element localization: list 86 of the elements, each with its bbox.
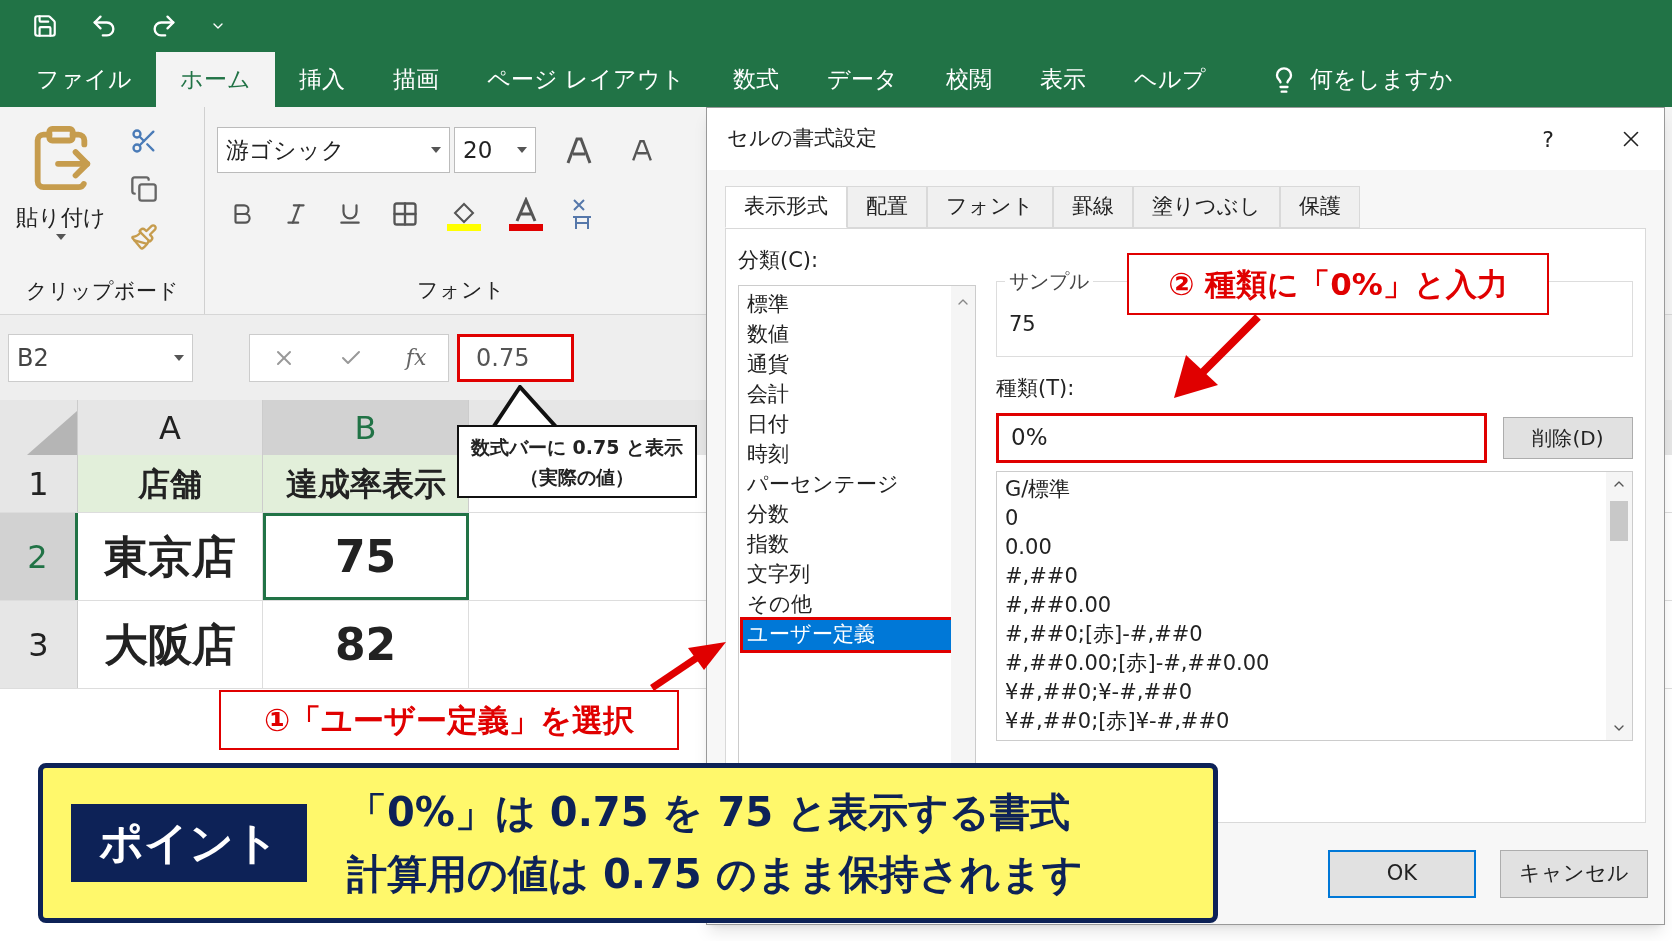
dialog-tab[interactable]: 塗りつぶし	[1133, 186, 1280, 228]
annotation-text: ①「ユーザー定義」を選択	[263, 700, 635, 740]
category-item[interactable]: 通貨	[743, 349, 951, 380]
table-cell: 大阪店	[78, 601, 263, 688]
category-item[interactable]: 時刻	[743, 439, 951, 470]
type-field[interactable]: 0%	[996, 412, 1487, 463]
format-item[interactable]: #,##0	[1005, 562, 1606, 592]
paste-label[interactable]: 貼り付け	[16, 201, 106, 234]
format-item[interactable]: #,##0.00	[1005, 591, 1606, 621]
dialog-button[interactable]: OK	[1328, 849, 1476, 898]
dialog-tab[interactable]: フォント	[927, 186, 1053, 228]
category-item[interactable]: 会計	[743, 379, 951, 410]
annotation-text: ② 種類に「0%」と入力	[1168, 264, 1508, 304]
shrink-font-icon[interactable]	[630, 138, 654, 162]
dialog-tab[interactable]: 配置	[847, 186, 927, 228]
ribbon-tab[interactable]: 描画	[369, 52, 463, 107]
callout-text: 数式バーに 0.75 と表示	[470, 434, 684, 460]
category-label: 分類(C):	[738, 247, 820, 274]
format-item[interactable]: ¥#,##0;¥-#,##0	[1005, 678, 1606, 708]
grow-font-icon[interactable]	[564, 135, 594, 165]
category-item[interactable]: 分数	[743, 499, 951, 530]
ribbon-tab[interactable]: 表示	[1016, 52, 1111, 107]
format-item[interactable]: 0	[1005, 504, 1606, 534]
ribbon-tab[interactable]: ヘルプ	[1110, 52, 1231, 107]
dropdown-arrow-icon[interactable]	[431, 147, 441, 153]
dialog-button[interactable]: キャンセル	[1500, 849, 1648, 898]
help-button[interactable]: ?	[1542, 122, 1554, 156]
ribbon-tab[interactable]: ホーム	[156, 52, 275, 107]
category-item[interactable]: 指数	[743, 529, 951, 560]
ribbon-tab[interactable]: 挿入	[275, 52, 369, 107]
category-item[interactable]: 文字列	[743, 559, 951, 590]
dialog-tab[interactable]: 保護	[1280, 186, 1360, 228]
font-color-icon[interactable]	[509, 197, 543, 231]
row-header[interactable]: 2	[0, 513, 78, 600]
type-label: 種類(T):	[996, 375, 1076, 402]
format-item[interactable]: ¥#,##0;[赤]¥-#,##0	[1005, 707, 1606, 737]
format-item[interactable]: G/標準	[1005, 475, 1606, 505]
category-item[interactable]: 標準	[743, 289, 951, 320]
sample-value: 75	[1009, 311, 1037, 339]
table-cell: 店舗	[78, 455, 263, 512]
table-cell: 75	[263, 513, 469, 600]
category-item[interactable]: 日付	[743, 409, 951, 440]
ribbon-tab[interactable]: データ	[803, 52, 923, 107]
table-cell: 東京店	[78, 513, 263, 600]
column-header[interactable]: A	[78, 400, 263, 455]
point-text: 計算用の値は 0.75 のまま保持されます	[347, 850, 1083, 899]
category-item[interactable]: 数値	[743, 319, 951, 350]
point-text: 「0%」は 0.75 を 75 と表示する書式	[347, 788, 1071, 837]
callout-text: （実際の値）	[520, 464, 634, 490]
save-icon[interactable]	[32, 13, 58, 39]
table-cell: 82	[263, 601, 469, 688]
borders-icon[interactable]	[391, 200, 419, 228]
tell-me-text[interactable]: 何をしますか	[1310, 62, 1454, 97]
category-item[interactable]: パーセンテージ	[743, 469, 951, 500]
dialog-title: セルの書式設定	[727, 125, 878, 153]
font-size-field[interactable]: 20	[454, 127, 536, 173]
underline-icon[interactable]	[337, 201, 363, 227]
row-header[interactable]: 1	[0, 455, 78, 512]
dropdown-arrow-icon[interactable]	[56, 234, 66, 240]
delete-button[interactable]: 削除(D)	[1503, 416, 1633, 459]
format-item[interactable]: #,##0;[赤]-#,##0	[1005, 620, 1606, 650]
group-label: フォント	[417, 276, 505, 304]
dialog-tab[interactable]: 表示形式	[725, 186, 847, 228]
function-icon[interactable]: fx	[405, 341, 427, 374]
copy-icon[interactable]	[130, 175, 158, 203]
dialog-tab[interactable]: 罫線	[1053, 186, 1133, 228]
category-item[interactable]: ユーザー定義	[743, 619, 951, 650]
dropdown-arrow-icon[interactable]	[517, 147, 527, 153]
column-header[interactable]: B	[263, 400, 469, 455]
name-box[interactable]: B2	[8, 333, 193, 382]
formula-value-field[interactable]: 0.75	[457, 333, 574, 382]
point-badge: ポイント	[71, 804, 307, 882]
font-name-field[interactable]: 游ゴシック	[217, 127, 450, 173]
phonetic-icon[interactable]	[571, 197, 593, 231]
category-item[interactable]: その他	[743, 589, 951, 620]
table-cell: 達成率表示	[263, 455, 469, 512]
scrollbar-thumb[interactable]	[1610, 500, 1628, 541]
dropdown-arrow-icon[interactable]	[174, 354, 184, 361]
ribbon-tab[interactable]: ファイル	[12, 52, 156, 107]
row-header[interactable]: 3	[0, 601, 78, 688]
ribbon-tab[interactable]: 校閲	[922, 52, 1017, 107]
ribbon-tab[interactable]: 数式	[709, 52, 804, 107]
format-item[interactable]: 0.00	[1005, 533, 1606, 563]
group-label: クリップボード	[25, 277, 179, 305]
ribbon-tab[interactable]: ページ レイアウト	[463, 52, 710, 107]
format-item[interactable]: #,##0.00;[赤]-#,##0.00	[1005, 649, 1606, 679]
